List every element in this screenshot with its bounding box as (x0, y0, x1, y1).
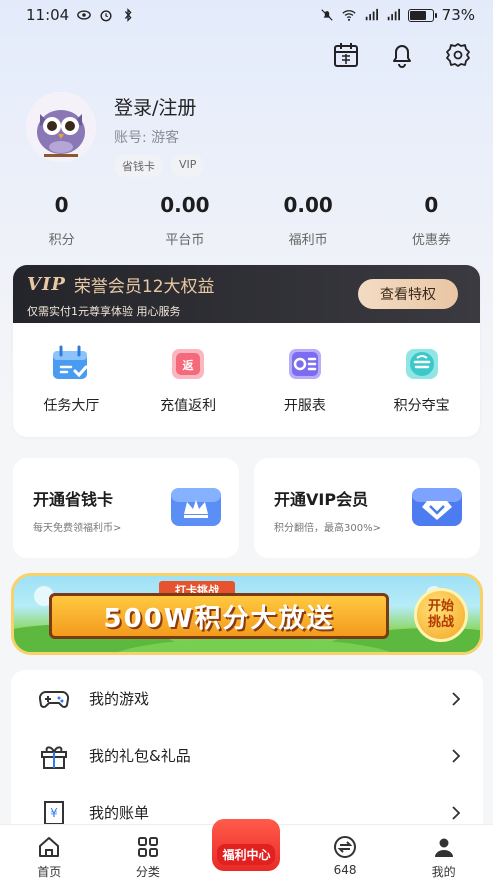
bluetooth-icon (125, 8, 132, 22)
feature-task-hall[interactable]: 任务大厅 (13, 323, 130, 437)
tag-savings-card[interactable]: 省钱卡 (114, 155, 163, 177)
wifi-icon (342, 10, 356, 21)
server-list-icon (288, 349, 321, 379)
start-challenge-button[interactable]: 开始挑战 (414, 588, 468, 642)
feature-label: 任务大厅 (43, 398, 100, 414)
vip-banner[interactable]: VIP 荣誉会员12大权益 仅需实付1元尊享体验 用心服务 查看特权 (13, 265, 480, 323)
stat-points[interactable]: 0 积分 (0, 193, 123, 248)
bell-icon (393, 45, 411, 68)
feature-label: 积分夺宝 (393, 398, 450, 414)
feature-points-treasure[interactable]: 积分夺宝 (363, 323, 480, 437)
feature-grid: 任务大厅 返 充值返利 开服表 积分夺宝 (13, 323, 480, 437)
top-actions (331, 40, 473, 70)
nav-label: 648 (333, 863, 357, 877)
stat-welfare-coins[interactable]: 0.00 福利币 (247, 193, 370, 248)
status-bar: 11:04 73% (0, 0, 493, 30)
nav-category[interactable]: 分类 (99, 825, 198, 885)
rebate-icon: 返 (172, 349, 205, 379)
account-line: 账号: 游客 (114, 127, 204, 147)
category-icon (137, 837, 158, 857)
event-title: 500W积分大放送 (49, 593, 389, 639)
signal-icon (365, 8, 378, 21)
chevron-right-icon (452, 691, 461, 706)
stat-label: 福利币 (288, 233, 328, 248)
nav-mine[interactable]: 我的 (394, 825, 493, 885)
notification-button[interactable] (387, 40, 417, 70)
checkin-button[interactable] (331, 40, 361, 70)
tag-vip[interactable]: VIP (171, 155, 205, 177)
stat-value: 0.00 (160, 193, 210, 217)
alarm-icon (100, 10, 112, 22)
treasure-icon (405, 349, 438, 379)
stat-label: 平台币 (165, 233, 205, 248)
battery-percent: 73% (441, 6, 475, 24)
gear-icon (446, 43, 470, 67)
gamepad-icon (39, 690, 69, 708)
stat-coupons[interactable]: 0 优惠券 (370, 193, 493, 248)
battery-level (409, 10, 426, 20)
stat-label: 积分 (48, 233, 75, 248)
feature-server-list[interactable]: 开服表 (247, 323, 364, 437)
stat-value: 0 (424, 193, 439, 217)
chevron-right-icon (452, 748, 461, 763)
menu-item-my-games[interactable]: 我的游戏 (11, 670, 483, 727)
status-time: 11:04 (26, 6, 70, 24)
settings-button[interactable] (443, 40, 473, 70)
menu-list: 我的游戏 我的礼包&礼品 ¥ 我的账单 (11, 670, 483, 840)
user-icon (434, 838, 453, 857)
vip-title: 荣誉会员12大权益 (73, 277, 215, 297)
stat-platform-coins[interactable]: 0.00 平台币 (123, 193, 246, 248)
stat-value: 0 (54, 193, 69, 217)
welfare-icon: 福利中心 (212, 819, 281, 871)
vip-logo: VIP (27, 274, 66, 295)
account-value: 游客 (151, 130, 180, 146)
vip-card: VIP 荣誉会员12大权益 仅需实付1元尊享体验 用心服务 查看特权 任务大厅 … (13, 265, 480, 437)
crown-card-icon (171, 488, 221, 526)
eye-icon (77, 10, 92, 20)
menu-label: 我的礼包&礼品 (89, 747, 191, 765)
stat-label: 优惠券 (411, 233, 451, 248)
task-calendar-icon (53, 345, 88, 379)
chevron-right-icon (452, 805, 461, 820)
view-privileges-button[interactable]: 查看特权 (358, 279, 458, 309)
account-label: 账号: (114, 130, 147, 146)
stats-row: 0 积分 0.00 平台币 0.00 福利币 0 优惠券 (0, 193, 493, 248)
nav-home[interactable]: 首页 (0, 825, 99, 885)
gift-icon (41, 745, 67, 769)
nav-label: 首页 (37, 865, 62, 879)
feature-label: 开服表 (283, 398, 326, 414)
menu-item-gifts[interactable]: 我的礼包&礼品 (11, 727, 483, 784)
bottom-nav: 首页 分类 福利中心 648 我的 (0, 819, 493, 885)
feature-label: 充值返利 (160, 398, 217, 414)
nav-welfare-center[interactable]: 福利中心 (197, 819, 296, 885)
stat-value: 0.00 (283, 193, 333, 217)
savings-card-promo[interactable]: 开通省钱卡 每天免费领福利币> (13, 458, 239, 558)
event-banner[interactable]: 打卡挑战 500W积分大放送 开始挑战 (11, 573, 483, 655)
mute-icon (320, 9, 333, 21)
vip-membership-promo[interactable]: 开通VIP会员 积分翻倍，最高300%> (254, 458, 480, 558)
avatar[interactable] (26, 92, 96, 162)
owl-avatar-icon (26, 92, 96, 162)
svg-text:¥: ¥ (50, 806, 58, 820)
profile-tags: 省钱卡 VIP (114, 155, 205, 177)
menu-label: 我的游戏 (89, 690, 150, 708)
exchange-icon (334, 836, 357, 858)
svg-text:返: 返 (183, 358, 194, 372)
nav-label: 福利中心 (217, 843, 276, 865)
calendar-sign-icon (334, 43, 358, 67)
nav-label: 分类 (135, 865, 160, 879)
nav-label: 我的 (431, 865, 456, 879)
nav-648[interactable]: 648 (296, 825, 395, 885)
profile-section: 登录/注册 账号: 游客 省钱卡 VIP (26, 92, 205, 177)
signal-icon-2 (387, 8, 400, 21)
login-register-link[interactable]: 登录/注册 (114, 93, 204, 120)
home-icon (39, 837, 60, 857)
diamond-card-icon (412, 488, 462, 526)
battery-icon (407, 8, 437, 22)
bill-icon: ¥ (44, 800, 64, 825)
feature-recharge-rebate[interactable]: 返 充值返利 (130, 323, 247, 437)
